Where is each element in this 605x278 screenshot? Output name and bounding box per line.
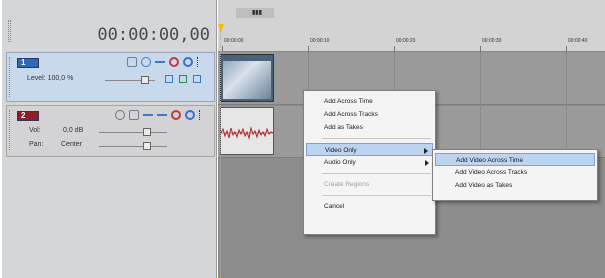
submenu-item-add-video-across-time[interactable]: Add Video Across Time — [435, 153, 595, 166]
automation-icon[interactable] — [157, 114, 167, 124]
solo-icon[interactable] — [183, 57, 193, 67]
vegas-timeline-window: 00:00:00,00 1 Level: 100,0 % 2 Vol: 0,0 … — [0, 0, 605, 278]
track-list-panel: 00:00:00,00 1 Level: 100,0 % 2 Vol: 0,0 … — [2, 0, 217, 278]
audio-track-buttons — [115, 110, 202, 122]
audio-track-number-label: 2 — [21, 111, 26, 120]
ruler-tick-label: 00:00:20 — [396, 38, 416, 44]
track-grip[interactable] — [9, 57, 13, 97]
playhead-marker-icon[interactable] — [218, 24, 224, 32]
loop-region-label: ▮▮▮ — [252, 10, 262, 16]
audio-event-clip[interactable] — [220, 107, 274, 155]
menu-item-cancel[interactable]: Cancel — [306, 200, 433, 213]
audio-pan-label: Pan: — [29, 141, 44, 148]
video-level-slider-thumb[interactable] — [141, 76, 149, 84]
mute-icon[interactable] — [169, 57, 179, 67]
audio-waveform — [221, 126, 273, 140]
timecode-display: 00:00:00,00 — [97, 25, 210, 45]
audio-vol-value: 0,0 dB — [63, 127, 84, 134]
menu-item-create-regions: Create Regions — [324, 181, 370, 188]
menu-separator — [322, 195, 431, 196]
track-fx-icon[interactable] — [143, 114, 153, 124]
track-fx-icon[interactable] — [141, 57, 151, 67]
audio-pan-slider[interactable] — [99, 146, 167, 147]
audio-volume-slider-thumb[interactable] — [143, 128, 151, 136]
invert-phase-icon[interactable] — [129, 110, 139, 120]
menu-separator — [322, 173, 431, 174]
time-ruler[interactable]: ▮▮▮ 00:00:00 00:00:10 00:00:20 00:00:30 … — [218, 0, 605, 52]
drop-context-menu: Add Across Time Add Across Tracks Add as… — [303, 90, 436, 235]
menu-item-video-only[interactable]: Video Only — [306, 143, 433, 156]
menu-item-audio-only-label: Audio Only — [324, 159, 356, 166]
menu-separator — [322, 138, 431, 139]
menu-item-audio-only[interactable]: Audio Only — [306, 156, 433, 169]
audio-track-number: 2 — [17, 111, 39, 121]
video-track-header[interactable]: 1 Level: 100,0 % — [6, 52, 215, 102]
video-event-clip[interactable] — [220, 54, 274, 102]
compositing-mode-icon[interactable] — [155, 61, 165, 71]
panel-grip[interactable] — [8, 20, 11, 42]
mute-icon[interactable] — [171, 110, 181, 120]
menu-item-add-as-takes[interactable]: Add as Takes — [306, 121, 433, 134]
ruler-tick-label: 00:00:10 — [310, 38, 330, 44]
video-track-number-label: 1 — [21, 58, 26, 67]
video-event-thumbnail — [223, 61, 271, 99]
more-options-icon[interactable] — [197, 57, 200, 67]
menu-item-add-across-time[interactable]: Add Across Time — [306, 95, 433, 108]
audio-pan-slider-thumb[interactable] — [143, 142, 151, 150]
more-options-icon[interactable] — [199, 110, 202, 120]
video-track-number: 1 — [17, 58, 39, 68]
menu-item-video-only-label: Video Only — [325, 147, 357, 154]
video-only-submenu: Add Video Across Time Add Video Across T… — [432, 149, 598, 201]
ruler-tick-label: 00:00:30 — [482, 38, 502, 44]
ruler-tick-label: 00:00:00 — [224, 38, 244, 44]
solo-icon[interactable] — [185, 110, 195, 120]
expand-track-icon[interactable] — [193, 75, 201, 83]
submenu-item-add-video-across-tracks[interactable]: Add Video Across Tracks — [435, 166, 595, 179]
track-grip[interactable] — [9, 110, 13, 150]
submenu-arrow-icon — [425, 160, 429, 166]
audio-vol-label: Vol: — [29, 127, 41, 134]
composite-child-icon[interactable] — [165, 75, 173, 83]
submenu-item-add-video-as-takes[interactable]: Add Video as Takes — [435, 179, 595, 192]
video-track-buttons — [127, 57, 200, 69]
playhead-line — [220, 30, 221, 278]
track-motion-icon[interactable] — [127, 57, 137, 67]
menu-item-add-across-tracks[interactable]: Add Across Tracks — [306, 108, 433, 121]
audio-volume-slider[interactable] — [99, 132, 167, 133]
submenu-arrow-icon — [424, 148, 428, 154]
audio-track-header[interactable]: 2 Vol: 0,0 dB Pan: Center — [6, 105, 215, 157]
ruler-tick-label: 00:00:40 — [568, 38, 588, 44]
record-arm-icon[interactable] — [115, 110, 125, 120]
audio-pan-value: Center — [61, 141, 83, 148]
video-level-label: Level: 100,0 % — [27, 75, 74, 82]
parent-track-icon[interactable] — [179, 75, 187, 83]
